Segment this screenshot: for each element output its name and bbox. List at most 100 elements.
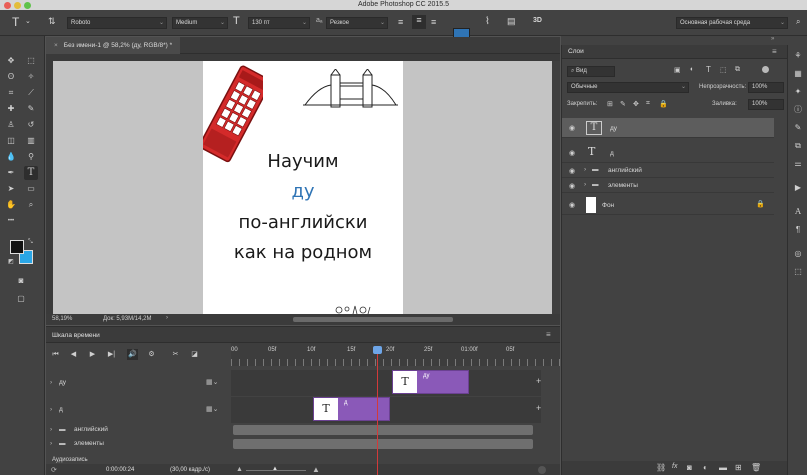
properties-panel-icon[interactable]: ⚌	[793, 159, 803, 169]
expand-arrow-icon[interactable]: ›	[50, 440, 52, 447]
collapse-panels-icon[interactable]: »	[771, 36, 774, 42]
close-tab-icon[interactable]: ×	[54, 42, 58, 49]
clone-stamp-tool-icon[interactable]: ♙	[4, 118, 18, 132]
adjustments-panel-icon[interactable]: ⧉	[793, 141, 803, 151]
blend-mode-select[interactable]: Обычные ⌄	[567, 82, 689, 93]
document-canvas[interactable]: Научим ду по-английски как на родном	[203, 61, 403, 314]
track-lane-du[interactable]: T ду	[231, 370, 541, 396]
expand-arrow-icon[interactable]: ›	[584, 166, 586, 173]
filter-smart-object-icon[interactable]: ⧉	[735, 66, 740, 74]
clip-du[interactable]: T ду	[392, 370, 469, 394]
visibility-eye-icon[interactable]: ◉	[569, 124, 579, 132]
navigator-panel-icon[interactable]: ✦	[793, 87, 803, 97]
previous-frame-icon[interactable]: ◀	[68, 349, 79, 360]
crop-tool-icon[interactable]: ⌗	[4, 86, 18, 100]
link-layers-icon[interactable]: ⛓	[656, 463, 666, 472]
brush-presets-panel-icon[interactable]: ✎	[793, 123, 803, 133]
panel-menu-icon[interactable]: ≡	[772, 47, 777, 56]
layer-row-background[interactable]: ◉ Фон 🔒	[562, 195, 774, 215]
warp-text-icon[interactable]: ⌇	[485, 16, 490, 27]
swap-colors-icon[interactable]: ⤡	[28, 239, 33, 246]
expand-arrow-icon[interactable]: ›	[584, 181, 586, 188]
layers-tab[interactable]: Слои	[568, 48, 584, 55]
foreground-color-swatch[interactable]	[10, 240, 24, 254]
ellipsis-icon[interactable]: •••	[4, 214, 18, 228]
zoom-slider-handle[interactable]: ▲	[272, 466, 278, 472]
group-bar-english[interactable]	[233, 425, 533, 435]
add-media-plus-icon[interactable]: +	[536, 403, 541, 413]
filter-shape-icon[interactable]: ⬚	[720, 66, 727, 74]
new-group-folder-icon[interactable]: ▬	[719, 463, 727, 472]
timeline-ruler[interactable]: 00 05f 10f 15f 20f 25f 01:00f 05f	[231, 343, 560, 366]
document-tab[interactable]: × Без имени-1 @ 58,2% (ду, RGB/8*) *	[46, 37, 181, 54]
paths-panel-icon[interactable]: ⬚	[793, 267, 803, 277]
lock-position-icon[interactable]: ✥	[633, 100, 639, 108]
layer-filter-select[interactable]: ⌕ Вид	[567, 66, 615, 77]
track-d[interactable]: › д ▦⌄	[46, 397, 231, 423]
character-panel-icon[interactable]: ▤	[507, 16, 516, 27]
pen-tool-icon[interactable]: ✒	[4, 166, 18, 180]
type-tool-icon[interactable]: T	[24, 166, 38, 180]
screen-mode-icon[interactable]: ▢	[14, 292, 28, 306]
layer-style-fx-icon[interactable]: fx	[672, 463, 677, 470]
track-group-english[interactable]: › ▬ английский	[46, 424, 231, 437]
horizontal-scrollbar[interactable]	[293, 317, 453, 322]
group-bar-elements[interactable]	[233, 439, 533, 449]
font-family-select[interactable]: Roboto ⌄	[67, 17, 167, 29]
info-panel-icon[interactable]: ⓘ	[793, 105, 803, 115]
chevron-down-icon[interactable]: ⌄	[25, 17, 31, 25]
frame-rate[interactable]: (30,00 кадр./с)	[170, 467, 210, 473]
playhead-handle[interactable]	[373, 346, 382, 354]
convert-frame-icon[interactable]: ⟳	[51, 466, 57, 474]
film-strip-icon[interactable]: ▦⌄	[206, 378, 218, 386]
expand-arrow-icon[interactable]: ›	[50, 406, 52, 413]
pasteboard[interactable]: Научим ду по-английски как на родном	[53, 61, 552, 314]
zoom-out-mountain-icon[interactable]: ▲	[236, 466, 243, 473]
lock-artboard-icon[interactable]: ⌗	[646, 100, 650, 108]
lock-all-icon[interactable]: 🔒	[659, 100, 668, 108]
expand-arrow-icon[interactable]: ›	[50, 426, 52, 433]
actions-panel-icon[interactable]: ▶	[793, 183, 803, 193]
layer-row-d[interactable]: ◉ T д	[562, 143, 774, 163]
track-du[interactable]: › ду ▦⌄	[46, 370, 231, 396]
align-left-icon[interactable]: ≡	[398, 17, 403, 27]
hand-tool-icon[interactable]: ✋	[4, 198, 18, 212]
workspace-select[interactable]: Основная рабочая среда ⌄	[676, 17, 788, 29]
add-media-plus-icon[interactable]: +	[536, 376, 541, 386]
filter-pixel-icon[interactable]: ▣	[674, 66, 681, 74]
panel-menu-icon[interactable]: ≡	[546, 330, 551, 339]
zoom-tool-icon[interactable]: ⌕	[24, 198, 38, 212]
blur-tool-icon[interactable]: 💧	[4, 150, 18, 164]
film-strip-icon[interactable]: ▦⌄	[206, 405, 218, 413]
next-frame-icon[interactable]: ▶|	[106, 349, 117, 360]
font-size-select[interactable]: 130 пт ⌄	[248, 17, 310, 29]
visibility-eye-icon[interactable]: ◉	[569, 201, 579, 209]
eyedropper-tool-icon[interactable]: ⟋	[24, 86, 38, 100]
clip-d[interactable]: T д	[313, 397, 390, 421]
filter-adjustment-icon[interactable]: ◐	[690, 66, 694, 73]
vertical-scrollbar[interactable]	[552, 61, 560, 314]
move-tool-icon[interactable]: ✥	[4, 54, 18, 68]
filter-type-icon[interactable]: T	[706, 65, 711, 74]
adjustment-layer-icon[interactable]: ◐	[703, 463, 708, 472]
healing-brush-tool-icon[interactable]: ✚	[4, 102, 18, 116]
track-group-elements[interactable]: › ▬ элементы	[46, 438, 231, 451]
track-lane-d[interactable]: T д	[231, 397, 541, 423]
quick-mask-icon[interactable]: ◙	[14, 274, 28, 288]
visibility-eye-icon[interactable]: ◉	[569, 149, 579, 157]
new-layer-icon[interactable]: ⊞	[735, 463, 742, 472]
add-mask-icon[interactable]: ◙	[687, 463, 692, 472]
history-brush-tool-icon[interactable]: ↺	[24, 118, 38, 132]
transition-icon[interactable]: ◪	[189, 349, 200, 360]
3d-icon[interactable]: 3D	[533, 17, 542, 24]
filter-toggle-switch[interactable]	[762, 66, 769, 73]
play-icon[interactable]: ▶	[87, 349, 98, 360]
character-panel-icon[interactable]: A	[793, 207, 803, 217]
audio-track-label[interactable]: Аудиозапись	[52, 457, 88, 463]
eraser-tool-icon[interactable]: ◫	[4, 134, 18, 148]
marquee-tool-icon[interactable]: ⬚	[24, 54, 38, 68]
zoom-in-mountain-icon[interactable]: ▲	[312, 465, 320, 474]
font-style-select[interactable]: Medium ⌄	[172, 17, 228, 29]
antialias-select[interactable]: Резкое ⌄	[326, 17, 388, 29]
lasso-tool-icon[interactable]: ʘ	[4, 70, 18, 84]
